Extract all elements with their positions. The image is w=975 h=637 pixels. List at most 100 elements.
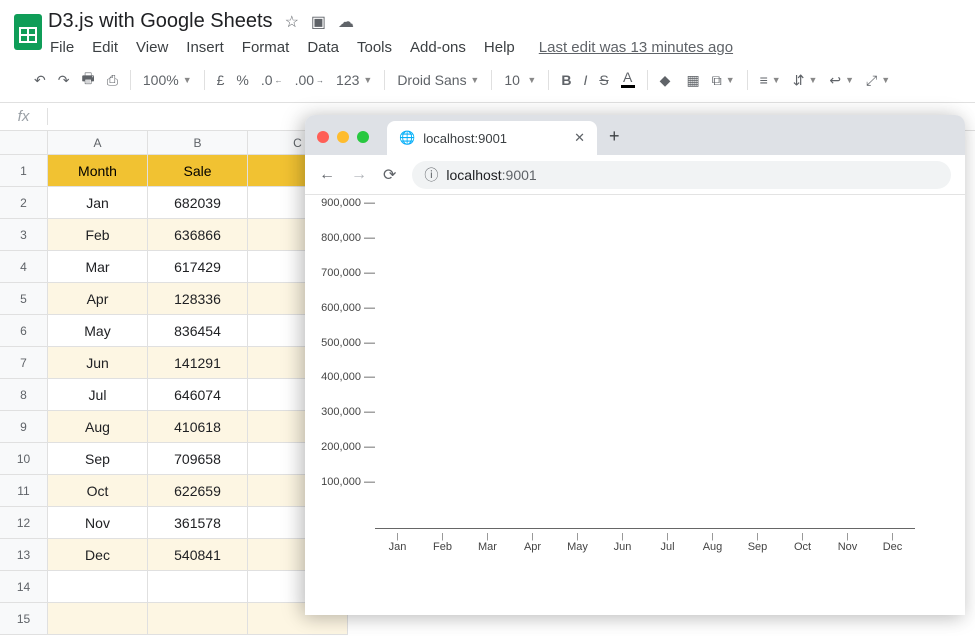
cell[interactable] xyxy=(148,571,248,603)
print-icon[interactable]: 🖶 xyxy=(77,64,98,96)
italic-button[interactable]: I xyxy=(579,68,591,92)
close-tab-icon[interactable]: ✕ xyxy=(574,130,585,146)
column-header[interactable]: B xyxy=(148,131,248,155)
cell[interactable]: 836454 xyxy=(148,315,248,347)
zoom-select[interactable]: 100%▼ xyxy=(139,68,196,92)
cell[interactable]: Nov xyxy=(48,507,148,539)
cell[interactable]: Dec xyxy=(48,539,148,571)
cell[interactable]: Aug xyxy=(48,411,148,443)
cell[interactable]: Sep xyxy=(48,443,148,475)
browser-tab[interactable]: 🌐 localhost:9001 ✕ xyxy=(387,121,597,155)
bold-button[interactable]: B xyxy=(557,68,575,92)
row-header[interactable]: 8 xyxy=(0,379,48,411)
menu-help[interactable]: Help xyxy=(484,39,515,56)
font-select[interactable]: Droid Sans▼ xyxy=(393,68,483,92)
cell[interactable]: 128336 xyxy=(148,283,248,315)
cell[interactable]: 682039 xyxy=(148,187,248,219)
menu-view[interactable]: View xyxy=(136,39,168,56)
row-header[interactable]: 11 xyxy=(0,475,48,507)
row-header[interactable]: 15 xyxy=(0,603,48,635)
strike-button[interactable]: S xyxy=(595,68,612,92)
cell[interactable]: Jun xyxy=(48,347,148,379)
dec-decrease-button[interactable]: .0← xyxy=(257,68,287,92)
borders-button[interactable]: ▦ xyxy=(682,68,703,93)
redo-icon[interactable]: ↷ xyxy=(54,68,74,93)
number-format-select[interactable]: 123▼ xyxy=(332,68,376,92)
halign-button[interactable]: ≡▼ xyxy=(756,68,785,92)
cell[interactable]: 617429 xyxy=(148,251,248,283)
merge-button[interactable]: ⧉▼ xyxy=(708,68,739,93)
cell[interactable]: Mar xyxy=(48,251,148,283)
cell[interactable]: Oct xyxy=(48,475,148,507)
menu-insert[interactable]: Insert xyxy=(186,39,224,56)
cloud-icon[interactable]: ☁ xyxy=(338,12,354,32)
minimize-window-icon[interactable] xyxy=(337,131,349,143)
menu-format[interactable]: Format xyxy=(242,39,290,56)
menu-edit[interactable]: Edit xyxy=(92,39,118,56)
x-tick-label: Jun xyxy=(600,529,645,555)
menu-data[interactable]: Data xyxy=(307,39,339,56)
cell[interactable]: Feb xyxy=(48,219,148,251)
cell[interactable]: Apr xyxy=(48,283,148,315)
row-header[interactable]: 14 xyxy=(0,571,48,603)
fill-color-button[interactable]: ◆ xyxy=(656,68,679,93)
dec-increase-button[interactable]: .00→ xyxy=(291,68,328,92)
currency-button[interactable]: £ xyxy=(213,68,229,92)
cell[interactable]: May xyxy=(48,315,148,347)
row-header[interactable]: 13 xyxy=(0,539,48,571)
cell[interactable] xyxy=(148,603,248,635)
x-tick-label: May xyxy=(555,529,600,555)
percent-button[interactable]: % xyxy=(232,68,252,92)
sheets-logo[interactable] xyxy=(8,8,48,56)
cell[interactable]: Jan xyxy=(48,187,148,219)
row-header[interactable]: 12 xyxy=(0,507,48,539)
x-tick-label: Feb xyxy=(420,529,465,555)
cell[interactable]: 361578 xyxy=(148,507,248,539)
valign-button[interactable]: ⇵▼ xyxy=(789,68,822,93)
undo-icon[interactable]: ↶ xyxy=(30,68,50,93)
text-color-button[interactable]: A xyxy=(617,68,639,92)
cell[interactable] xyxy=(48,571,148,603)
reload-icon[interactable]: ⟳ xyxy=(383,165,396,185)
row-header[interactable]: 3 xyxy=(0,219,48,251)
doc-title[interactable]: D3.js with Google Sheets xyxy=(48,10,273,33)
back-icon[interactable]: ← xyxy=(319,166,335,184)
cell[interactable]: 141291 xyxy=(148,347,248,379)
last-edit-info[interactable]: Last edit was 13 minutes ago xyxy=(539,39,733,56)
row-header[interactable]: 9 xyxy=(0,411,48,443)
cell[interactable]: Month xyxy=(48,155,148,187)
row-header[interactable]: 10 xyxy=(0,443,48,475)
font-size-select[interactable]: 10▼ xyxy=(500,68,540,92)
menu-tools[interactable]: Tools xyxy=(357,39,392,56)
x-axis: JanFebMarAprMayJunJulAugSepOctNovDec xyxy=(375,529,915,555)
maximize-window-icon[interactable] xyxy=(357,131,369,143)
cell[interactable]: 646074 xyxy=(148,379,248,411)
menu-addons[interactable]: Add-ons xyxy=(410,39,466,56)
cell[interactable]: 636866 xyxy=(148,219,248,251)
wrap-button[interactable]: ↩▼ xyxy=(825,68,858,93)
cell[interactable]: 622659 xyxy=(148,475,248,507)
row-header[interactable]: 1 xyxy=(0,155,48,187)
row-header[interactable]: 6 xyxy=(0,315,48,347)
address-bar[interactable]: ⓘ localhost:9001 xyxy=(412,161,951,189)
star-icon[interactable]: ☆ xyxy=(285,12,299,32)
move-icon[interactable]: ▣ xyxy=(311,12,326,32)
cell[interactable]: Sale xyxy=(148,155,248,187)
close-window-icon[interactable] xyxy=(317,131,329,143)
row-header[interactable]: 7 xyxy=(0,347,48,379)
row-header[interactable]: 4 xyxy=(0,251,48,283)
forward-icon[interactable]: → xyxy=(351,166,367,184)
site-info-icon[interactable]: ⓘ xyxy=(424,165,438,185)
new-tab-button[interactable]: + xyxy=(609,126,620,147)
row-header[interactable]: 5 xyxy=(0,283,48,315)
cell[interactable]: 709658 xyxy=(148,443,248,475)
cell[interactable]: Jul xyxy=(48,379,148,411)
paint-format-icon[interactable]: ⎙ xyxy=(103,68,122,93)
cell[interactable] xyxy=(48,603,148,635)
cell[interactable]: 410618 xyxy=(148,411,248,443)
column-header[interactable]: A xyxy=(48,131,148,155)
rotate-button[interactable]: ⤢▼ xyxy=(862,68,894,93)
row-header[interactable]: 2 xyxy=(0,187,48,219)
menu-file[interactable]: File xyxy=(50,39,74,56)
cell[interactable]: 540841 xyxy=(148,539,248,571)
